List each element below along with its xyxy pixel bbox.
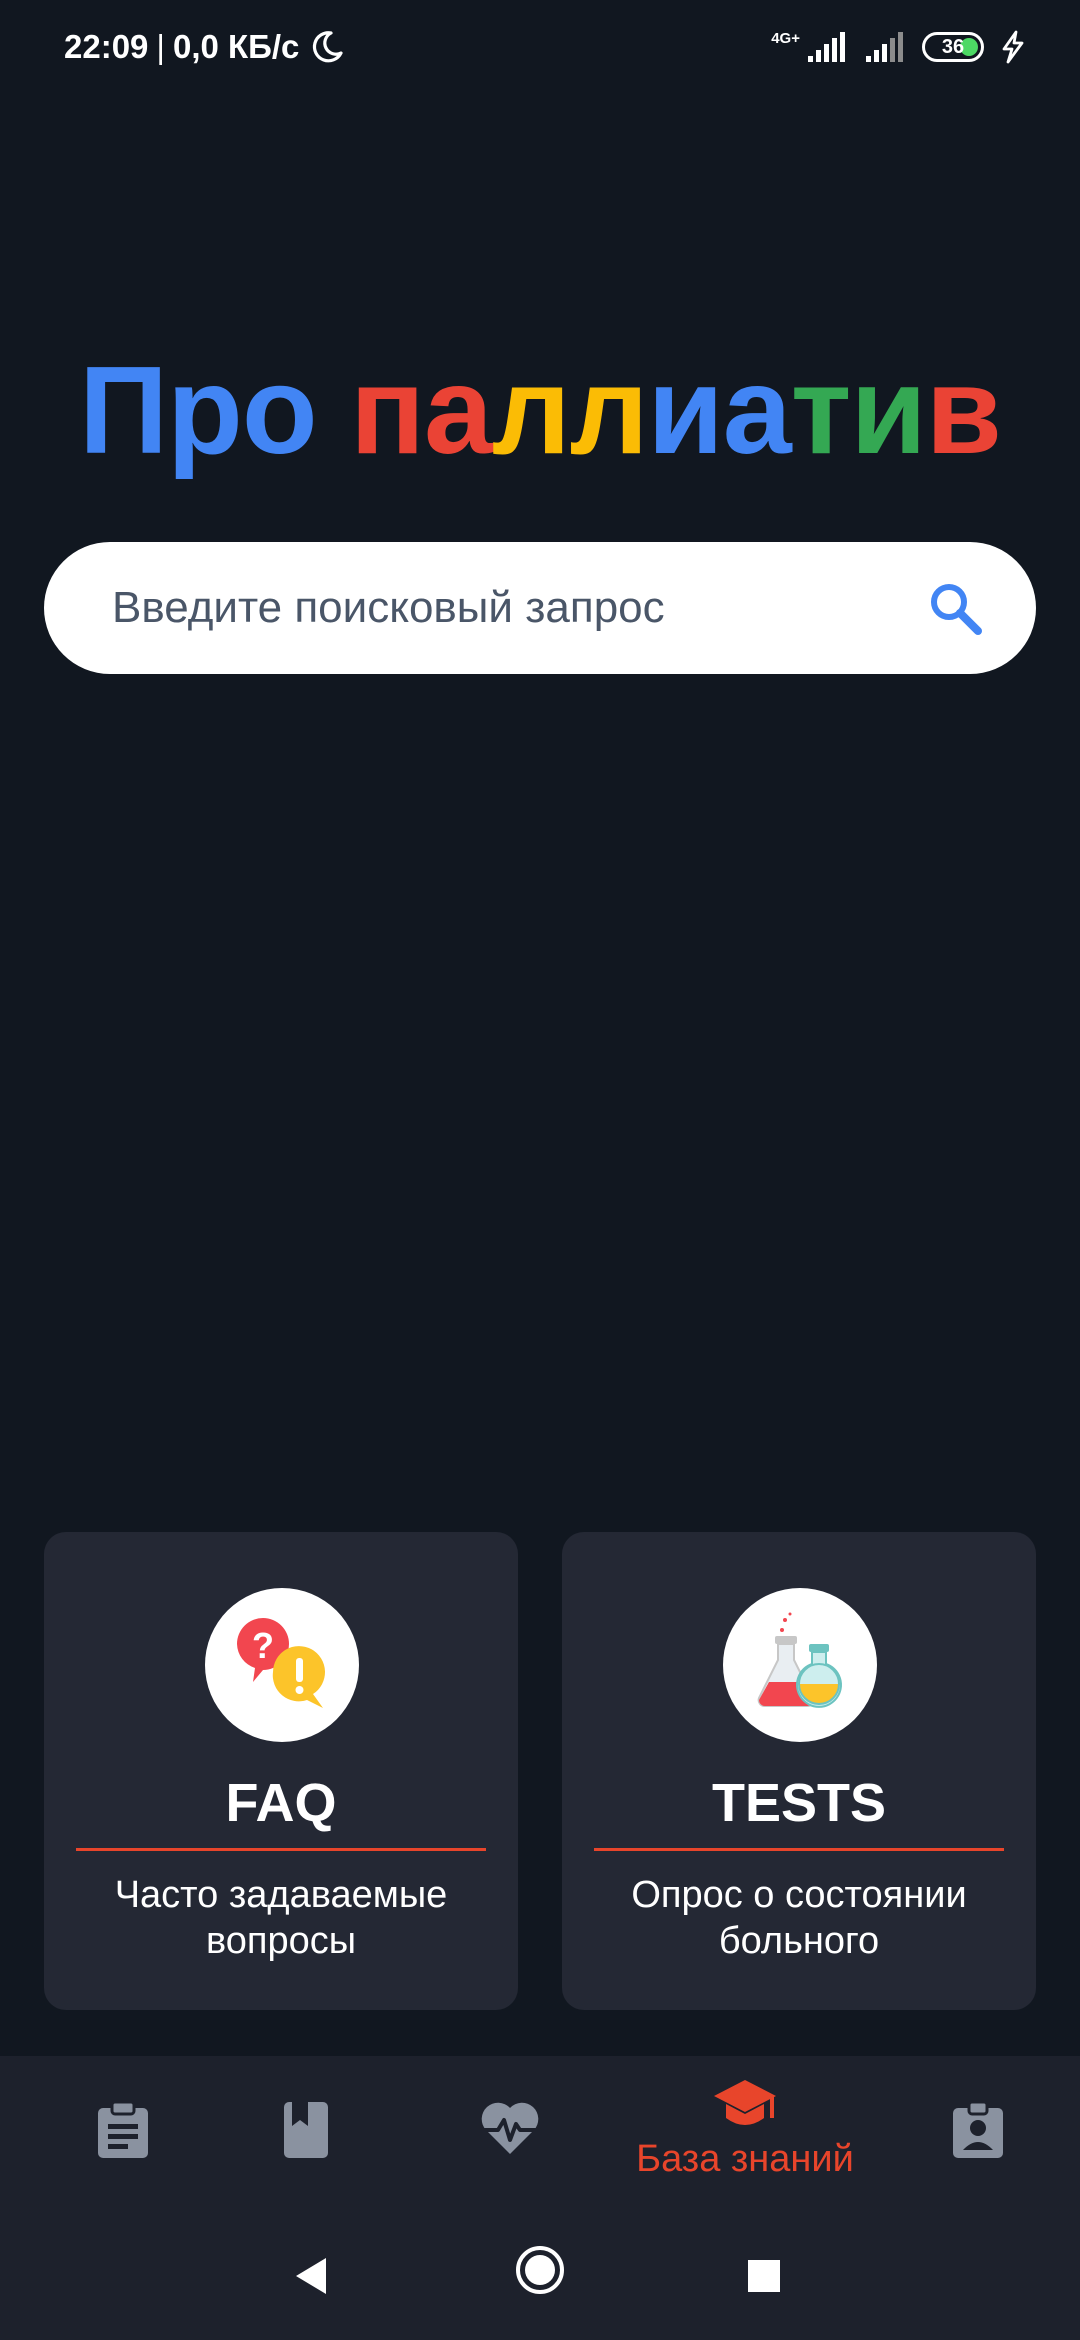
book-icon bbox=[284, 2102, 328, 2158]
faq-card-subtitle: Часто задаваемые вопросы bbox=[114, 1874, 448, 1962]
nav-item-knowledge-base-label: База знаний bbox=[636, 2138, 854, 2180]
nav-item-book[interactable] bbox=[206, 2100, 406, 2230]
status-left: 22:09 | 0,0 КБ/с bbox=[64, 28, 345, 66]
tests-card-divider bbox=[594, 1848, 1004, 1851]
signal-icon bbox=[866, 32, 903, 62]
charging-icon bbox=[1002, 30, 1024, 64]
tests-card[interactable]: TESTS Опрос о состоянии больного bbox=[562, 1532, 1036, 2010]
search-bar[interactable] bbox=[44, 542, 1036, 674]
faq-card[interactable]: ? FAQ Часто задаваемые вопросы bbox=[44, 1532, 518, 2010]
status-time: 22:09 bbox=[64, 28, 149, 65]
app-title-letter: л bbox=[491, 342, 571, 480]
svg-text:?: ? bbox=[252, 1625, 274, 1666]
nav-item-knowledge-base[interactable]: База знаний bbox=[600, 2078, 890, 2208]
app-title-letter: л bbox=[569, 342, 649, 480]
tests-card-subtitle: Опрос о состоянии больного bbox=[631, 1874, 967, 1962]
signal-icon bbox=[808, 32, 845, 62]
status-bar: 22:09 | 0,0 КБ/с 4G+ 36 bbox=[0, 0, 1080, 100]
app-title-letter: т bbox=[790, 342, 852, 480]
app-title-letter bbox=[317, 342, 350, 480]
contact-badge-icon bbox=[953, 2100, 1003, 2158]
battery-icon: 36 bbox=[922, 32, 984, 62]
nav-item-clipboard[interactable] bbox=[23, 2100, 223, 2230]
faq-card-divider bbox=[76, 1848, 486, 1851]
graduation-cap-icon bbox=[714, 2080, 776, 2125]
app-title-letter: а bbox=[424, 342, 493, 480]
faq-icon: ? bbox=[205, 1588, 359, 1742]
recent-apps-icon[interactable] bbox=[746, 2258, 782, 2294]
app-title-letter: в bbox=[925, 342, 1002, 480]
heart-pulse-icon bbox=[481, 2102, 539, 2154]
back-icon[interactable] bbox=[292, 2256, 332, 2296]
status-speed: 0,0 КБ/с bbox=[172, 28, 300, 65]
flask-icon bbox=[723, 1588, 877, 1742]
moon-icon bbox=[313, 31, 344, 63]
app-title-letter: Про bbox=[79, 342, 318, 480]
status-separator: | bbox=[156, 28, 165, 65]
app-title-letter: п bbox=[350, 342, 425, 480]
battery-level: 36 bbox=[941, 35, 965, 58]
nav-item-profile[interactable] bbox=[878, 2100, 1078, 2230]
app-title: Про паллиатив bbox=[0, 340, 1080, 482]
search-input[interactable] bbox=[110, 582, 924, 634]
tests-card-title: TESTS bbox=[711, 1773, 887, 1833]
clipboard-icon bbox=[98, 2100, 148, 2158]
status-right: 4G+ 36 bbox=[771, 30, 1028, 64]
system-navigation-bar bbox=[0, 2220, 1080, 2330]
app-title-letter: и bbox=[647, 342, 724, 480]
network-type-label: 4G+ bbox=[771, 29, 800, 47]
app-title-letter: а bbox=[722, 342, 792, 480]
nav-item-health[interactable] bbox=[410, 2100, 610, 2230]
app-screen: 22:09 | 0,0 КБ/с 4G+ 36 Про паллиатив Вв… bbox=[0, 0, 1080, 2340]
search-icon[interactable] bbox=[924, 577, 986, 639]
home-icon[interactable] bbox=[514, 2244, 566, 2296]
app-title-letter: и bbox=[850, 342, 926, 480]
faq-card-title: FAQ bbox=[225, 1773, 337, 1833]
